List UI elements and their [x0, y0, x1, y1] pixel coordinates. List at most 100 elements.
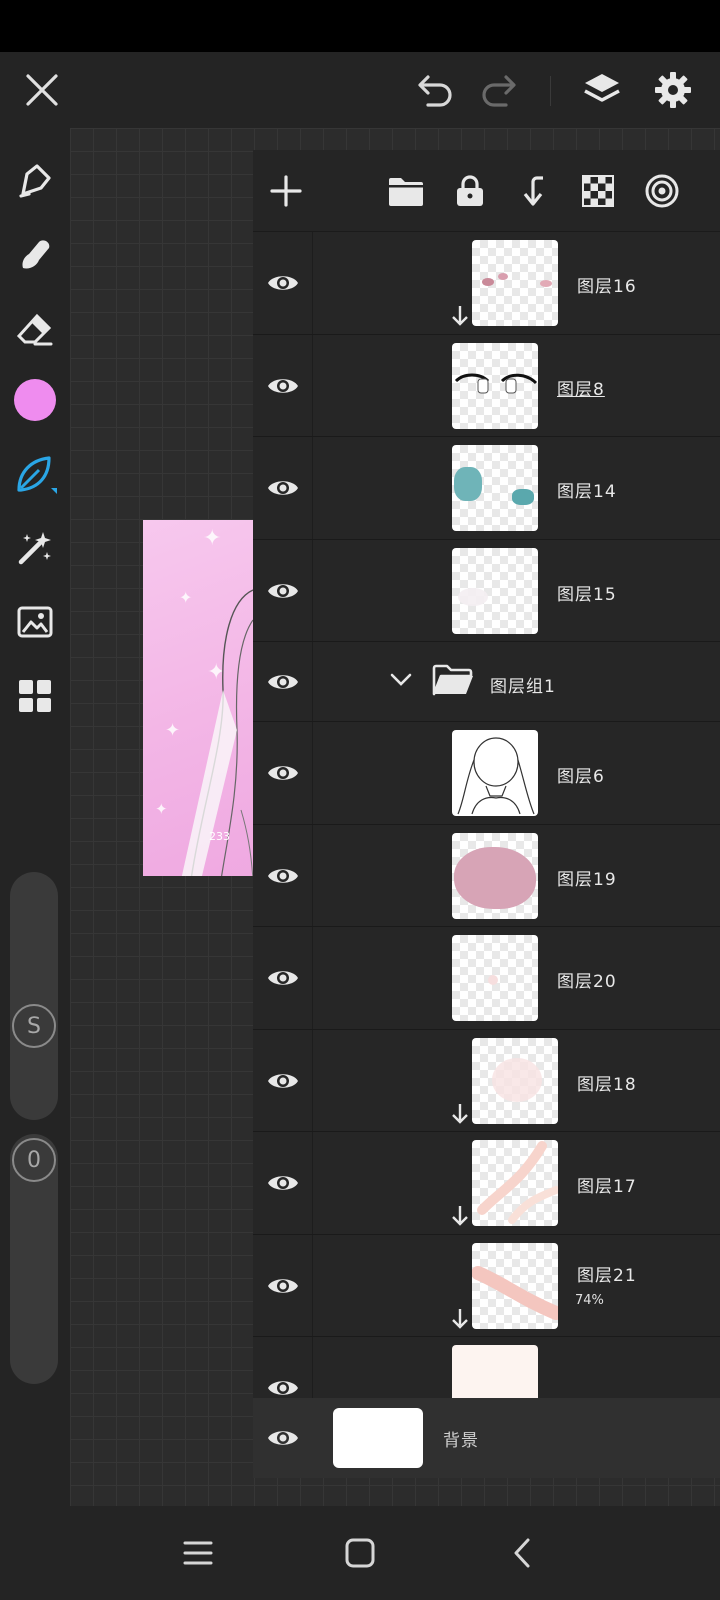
brush-tool-button[interactable]	[7, 446, 63, 502]
layer-row[interactable]: 图层8	[253, 335, 720, 437]
visibility-toggle[interactable]	[253, 1235, 313, 1336]
layer-thumbnail	[452, 730, 538, 816]
layers-icon	[584, 74, 620, 102]
visibility-toggle[interactable]	[253, 1337, 313, 1398]
visibility-toggle[interactable]	[253, 1398, 313, 1478]
sparkle-icon: ✦	[203, 526, 222, 551]
settings-button[interactable]	[645, 62, 701, 118]
lock-icon	[457, 175, 483, 206]
layers-panel: 图层16 图层8 图层14 图层15 图层组1 图层6 图层19 图层20 图层…	[253, 150, 720, 1478]
layer-thumbnail	[452, 343, 538, 429]
close-icon	[26, 74, 58, 106]
eye-icon	[267, 481, 298, 495]
merge-down-button[interactable]	[509, 163, 559, 219]
visibility-toggle[interactable]	[253, 825, 313, 926]
magic-wand-button[interactable]	[7, 520, 63, 576]
layer-row[interactable]: 图层19	[253, 825, 720, 927]
status-bar	[0, 0, 720, 52]
layer-row[interactable]: 图层17	[253, 1132, 720, 1235]
lock-layer-button[interactable]	[445, 163, 495, 219]
layer-name: 图层21	[577, 1266, 637, 1286]
opacity-slider[interactable]: 0	[10, 1134, 58, 1384]
layer-row[interactable]: 图层18	[253, 1030, 720, 1132]
layer-opacity: 74%	[575, 1293, 604, 1308]
grid-icon	[19, 680, 51, 712]
layer-row[interactable]: 图层14	[253, 437, 720, 540]
redo-button[interactable]	[470, 62, 526, 118]
chevron-down-icon[interactable]	[390, 672, 412, 688]
background-layer-name: 背景	[443, 1431, 479, 1451]
recents-icon	[183, 1541, 213, 1565]
layer-name: 图层14	[557, 482, 617, 502]
back-button[interactable]	[492, 1526, 552, 1580]
clip-arrow-icon	[452, 1104, 468, 1124]
visibility-toggle[interactable]	[253, 1132, 313, 1234]
folder-open-icon	[432, 664, 473, 696]
visibility-toggle[interactable]	[253, 232, 313, 334]
layer-row[interactable]: 图层6	[253, 722, 720, 825]
layer-name: 图层16	[577, 277, 637, 297]
brush-size-slider[interactable]: S	[10, 872, 58, 1120]
artwork-watermark: 233	[209, 830, 230, 843]
layer-name: 图层6	[557, 767, 605, 787]
clip-arrow-icon	[452, 1309, 468, 1329]
grid-menu-button[interactable]	[7, 668, 63, 724]
eye-icon	[267, 583, 298, 598]
layer-group-row[interactable]: 图层组1	[253, 642, 720, 722]
redo-icon	[482, 75, 516, 107]
layer-thumbnail	[452, 548, 538, 634]
undo-button[interactable]	[408, 62, 464, 118]
eye-icon	[267, 378, 298, 393]
image-import-button[interactable]	[7, 594, 63, 650]
eye-icon	[267, 1278, 298, 1293]
new-group-button[interactable]	[381, 163, 431, 219]
visibility-toggle[interactable]	[253, 1030, 313, 1131]
background-layer-row[interactable]: 背景	[253, 1398, 720, 1478]
opacity-label: 0	[27, 1147, 41, 1173]
visibility-toggle[interactable]	[253, 927, 313, 1029]
layer-row[interactable]: 图层20	[253, 927, 720, 1030]
close-button[interactable]	[14, 62, 70, 118]
pen-tool-button[interactable]	[7, 152, 63, 208]
visibility-toggle[interactable]	[253, 722, 313, 824]
visibility-toggle[interactable]	[253, 642, 313, 721]
folder-icon	[389, 178, 423, 206]
clip-arrow-icon	[452, 306, 468, 326]
layer-thumbnail	[452, 445, 538, 531]
smudge-tool-icon	[22, 240, 50, 269]
visibility-toggle[interactable]	[253, 437, 313, 539]
opacity-knob[interactable]: 0	[12, 1138, 56, 1182]
home-button[interactable]	[330, 1526, 390, 1580]
eye-icon	[267, 1073, 298, 1088]
eye-icon	[267, 1176, 298, 1190]
layer-row[interactable]: 图层16	[253, 232, 720, 335]
eye-icon	[267, 868, 298, 883]
layer-thumbnail	[472, 1140, 558, 1226]
add-layer-button[interactable]	[261, 163, 311, 219]
layer-thumbnail	[472, 1243, 558, 1329]
eraser-tool-button[interactable]	[7, 300, 63, 356]
layers-button[interactable]	[574, 62, 630, 118]
visibility-toggle[interactable]	[253, 540, 313, 641]
brush-size-label: S	[27, 1013, 41, 1039]
layers-list[interactable]: 图层16 图层8 图层14 图层15 图层组1 图层6 图层19 图层20 图层…	[253, 232, 720, 1398]
undo-icon	[418, 75, 452, 107]
transparency-button[interactable]	[573, 163, 623, 219]
smudge-tool-button[interactable]	[7, 226, 63, 282]
layer-row[interactable]: 图层21 74%	[253, 1235, 720, 1337]
brush-leaf-icon	[17, 456, 57, 494]
sparkle-icon: ✦	[155, 800, 168, 818]
eye-icon	[267, 766, 298, 780]
reference-button[interactable]	[637, 163, 687, 219]
layer-thumbnail	[472, 1038, 558, 1124]
color-picker-button[interactable]	[7, 372, 63, 428]
visibility-toggle[interactable]	[253, 335, 313, 436]
add-layer-icon	[270, 175, 302, 207]
top-divider	[550, 76, 551, 106]
layer-row[interactable]: 图层15	[253, 540, 720, 642]
recents-button[interactable]	[168, 1526, 228, 1580]
brush-size-knob[interactable]: S	[12, 1004, 56, 1048]
gear-icon	[655, 72, 691, 108]
eye-icon	[267, 1381, 298, 1395]
layer-row[interactable]	[253, 1337, 720, 1398]
